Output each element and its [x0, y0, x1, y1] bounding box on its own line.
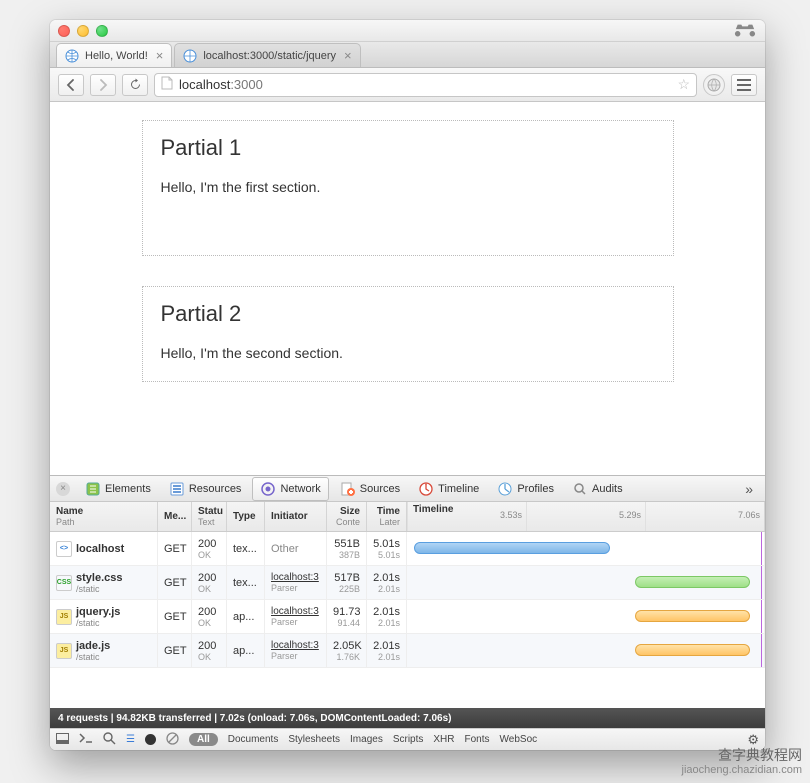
devtools-tabs: × Elements Resources Network Sources Tim… [50, 476, 765, 502]
network-row[interactable]: CSSstyle.css/staticGET200OKtex...localho… [50, 566, 765, 600]
elements-icon [85, 481, 101, 497]
forward-button[interactable] [90, 74, 116, 96]
tab-sources[interactable]: Sources [333, 478, 407, 500]
page-viewport[interactable]: Partial 1 Hello, I'm the first section. … [50, 102, 765, 475]
css-file-icon: CSS [56, 575, 72, 591]
devtools-bottom-toolbar: ☰ All Documents Stylesheets Images Scrip… [50, 728, 765, 750]
network-icon [260, 481, 276, 497]
tab-close-icon[interactable]: × [156, 49, 164, 62]
titlebar [50, 20, 765, 42]
sources-icon [340, 481, 356, 497]
tab-audits[interactable]: Audits [565, 478, 630, 500]
search-icon[interactable] [103, 732, 116, 748]
timeline-ticks: 3.53s 5.29s 7.06s [407, 502, 764, 531]
globe-favicon-icon [183, 49, 197, 63]
tab-title: Hello, World! [85, 50, 148, 62]
globe-favicon-icon [65, 49, 79, 63]
page-icon [161, 76, 173, 93]
tab-strip: Hello, World! × localhost:3000/static/jq… [50, 42, 765, 68]
col-size[interactable]: SizeConte [327, 502, 367, 531]
filter-xhr[interactable]: XHR [433, 734, 454, 745]
js-file-icon: JS [56, 643, 72, 659]
col-name[interactable]: NamePath [50, 502, 158, 531]
resources-icon [169, 481, 185, 497]
clear-icon[interactable] [166, 732, 179, 748]
filter-all[interactable]: All [189, 733, 218, 746]
section-heading: Partial 1 [161, 135, 655, 161]
filter-fonts[interactable]: Fonts [465, 734, 490, 745]
back-button[interactable] [58, 74, 84, 96]
extensions-globe-icon[interactable] [703, 74, 725, 96]
col-time[interactable]: TimeLater [367, 502, 407, 531]
col-status[interactable]: StatuText [192, 502, 227, 531]
profiles-icon [497, 481, 513, 497]
console-icon[interactable] [79, 733, 93, 747]
url-port: :3000 [230, 77, 263, 92]
network-row[interactable]: <>localhostGET200OKtex...Other551B387B5.… [50, 532, 765, 566]
filter-scripts[interactable]: Scripts [393, 734, 424, 745]
tab-elements[interactable]: Elements [78, 478, 158, 500]
js-file-icon: JS [56, 609, 72, 625]
network-requests-list[interactable]: <>localhostGET200OKtex...Other551B387B5.… [50, 532, 765, 708]
watermark: 查字典教程网 jiaocheng.chazidian.com [682, 747, 802, 777]
col-type[interactable]: Type [227, 502, 265, 531]
audits-icon [572, 481, 588, 497]
browser-tab-active[interactable]: Hello, World! × [56, 43, 172, 67]
html-file-icon: <> [56, 541, 72, 557]
traffic-lights [58, 25, 108, 37]
devtools-close-icon[interactable]: × [56, 482, 70, 496]
minimize-window-button[interactable] [77, 25, 89, 37]
incognito-icon [733, 22, 757, 40]
close-window-button[interactable] [58, 25, 70, 37]
tab-title: localhost:3000/static/jquery [203, 50, 336, 62]
filter-stylesheets[interactable]: Stylesheets [288, 734, 340, 745]
col-timeline[interactable]: Timeline 3.53s 5.29s 7.06s [407, 502, 765, 531]
partial-section-1: Partial 1 Hello, I'm the first section. [142, 120, 674, 256]
zoom-window-button[interactable] [96, 25, 108, 37]
devtools-panel: × Elements Resources Network Sources Tim… [50, 475, 765, 750]
col-method[interactable]: Me... [158, 502, 192, 531]
browser-tab-inactive[interactable]: localhost:3000/static/jquery × [174, 43, 360, 67]
network-columns-header: NamePath Me... StatuText Type Initiator … [50, 502, 765, 532]
section-heading: Partial 2 [161, 301, 655, 327]
filter-images[interactable]: Images [350, 734, 383, 745]
timeline-icon [418, 481, 434, 497]
tab-profiles[interactable]: Profiles [490, 478, 561, 500]
filter-documents[interactable]: Documents [228, 734, 279, 745]
tab-close-icon[interactable]: × [344, 49, 352, 62]
filter-websockets[interactable]: WebSoc [500, 734, 538, 745]
filter-icon[interactable]: ☰ [126, 734, 135, 745]
section-body: Hello, I'm the first section. [161, 179, 655, 195]
tab-resources[interactable]: Resources [162, 478, 249, 500]
record-icon[interactable] [145, 734, 156, 745]
browser-toolbar: localhost:3000 ☆ [50, 68, 765, 102]
devtools-overflow-icon[interactable]: » [739, 481, 759, 497]
network-row[interactable]: JSjade.js/staticGET200OKap...localhost:3… [50, 634, 765, 668]
dock-icon[interactable] [56, 733, 69, 747]
bookmark-star-icon[interactable]: ☆ [677, 76, 690, 93]
network-row[interactable]: JSjquery.js/staticGET200OKap...localhost… [50, 600, 765, 634]
settings-gear-icon[interactable]: ⚙ [747, 732, 759, 748]
address-bar[interactable]: localhost:3000 ☆ [154, 73, 697, 97]
partial-section-2: Partial 2 Hello, I'm the second section. [142, 286, 674, 382]
section-body: Hello, I'm the second section. [161, 345, 655, 361]
col-initiator[interactable]: Initiator [265, 502, 327, 531]
tab-network[interactable]: Network [252, 477, 328, 501]
network-summary-bar: 4 requests | 94.82KB transferred | 7.02s… [50, 708, 765, 728]
chrome-menu-button[interactable] [731, 74, 757, 96]
reload-button[interactable] [122, 74, 148, 96]
browser-window: Hello, World! × localhost:3000/static/jq… [50, 20, 765, 750]
url-host: localhost [179, 77, 230, 92]
tab-timeline[interactable]: Timeline [411, 478, 486, 500]
